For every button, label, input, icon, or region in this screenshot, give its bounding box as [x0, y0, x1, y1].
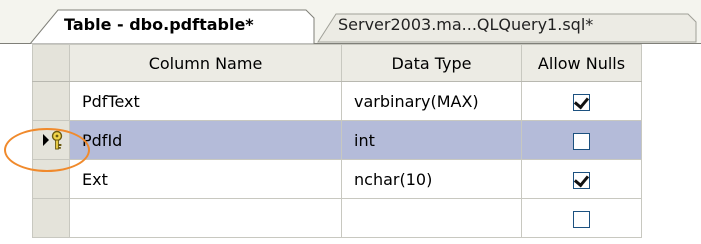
row-selector[interactable]	[32, 198, 70, 238]
column-name-cell[interactable]: Ext	[69, 159, 342, 199]
row-selector-header[interactable]	[32, 44, 70, 82]
column-name-cell[interactable]	[69, 198, 342, 238]
tab-sql-query[interactable]: Server2003.ma...QLQuery1.sql*	[338, 13, 593, 37]
allow-nulls-cell	[521, 159, 642, 199]
column-design-grid: Column Name Data Type Allow Nulls PdfTex…	[32, 44, 642, 238]
data-type-cell[interactable]: varbinary(MAX)	[341, 81, 522, 121]
table-row[interactable]: PdfText varbinary(MAX)	[32, 81, 642, 121]
allow-nulls-header[interactable]: Allow Nulls	[521, 44, 642, 82]
data-type-cell[interactable]: int	[341, 120, 522, 160]
column-name-cell[interactable]: PdfText	[69, 81, 342, 121]
allow-nulls-checkbox[interactable]	[573, 210, 590, 228]
data-type-cell[interactable]: nchar(10)	[341, 159, 522, 199]
tab-table-pdftable[interactable]: Table - dbo.pdftable*	[64, 13, 254, 37]
row-selector[interactable]	[32, 159, 70, 199]
row-selector[interactable]	[32, 120, 70, 160]
data-type-header[interactable]: Data Type	[341, 44, 522, 82]
allow-nulls-cell	[521, 120, 642, 160]
arrow-right-icon	[43, 134, 49, 146]
tab-strip: Table - dbo.pdftable* Server2003.ma...QL…	[0, 0, 701, 44]
key-icon	[51, 130, 63, 150]
allow-nulls-checkbox[interactable]	[573, 132, 590, 150]
allow-nulls-cell	[521, 198, 642, 238]
grid-header-row: Column Name Data Type Allow Nulls	[32, 44, 642, 82]
allow-nulls-cell	[521, 81, 642, 121]
column-name-cell[interactable]: PdfId	[69, 120, 342, 160]
row-selector[interactable]	[32, 81, 70, 121]
table-row[interactable]: PdfId int	[32, 120, 642, 160]
table-row[interactable]: Ext nchar(10)	[32, 159, 642, 199]
table-row[interactable]	[32, 198, 642, 238]
allow-nulls-checkbox[interactable]	[573, 171, 590, 189]
data-type-cell[interactable]	[341, 198, 522, 238]
column-name-header[interactable]: Column Name	[69, 44, 342, 82]
allow-nulls-checkbox[interactable]	[573, 93, 590, 111]
